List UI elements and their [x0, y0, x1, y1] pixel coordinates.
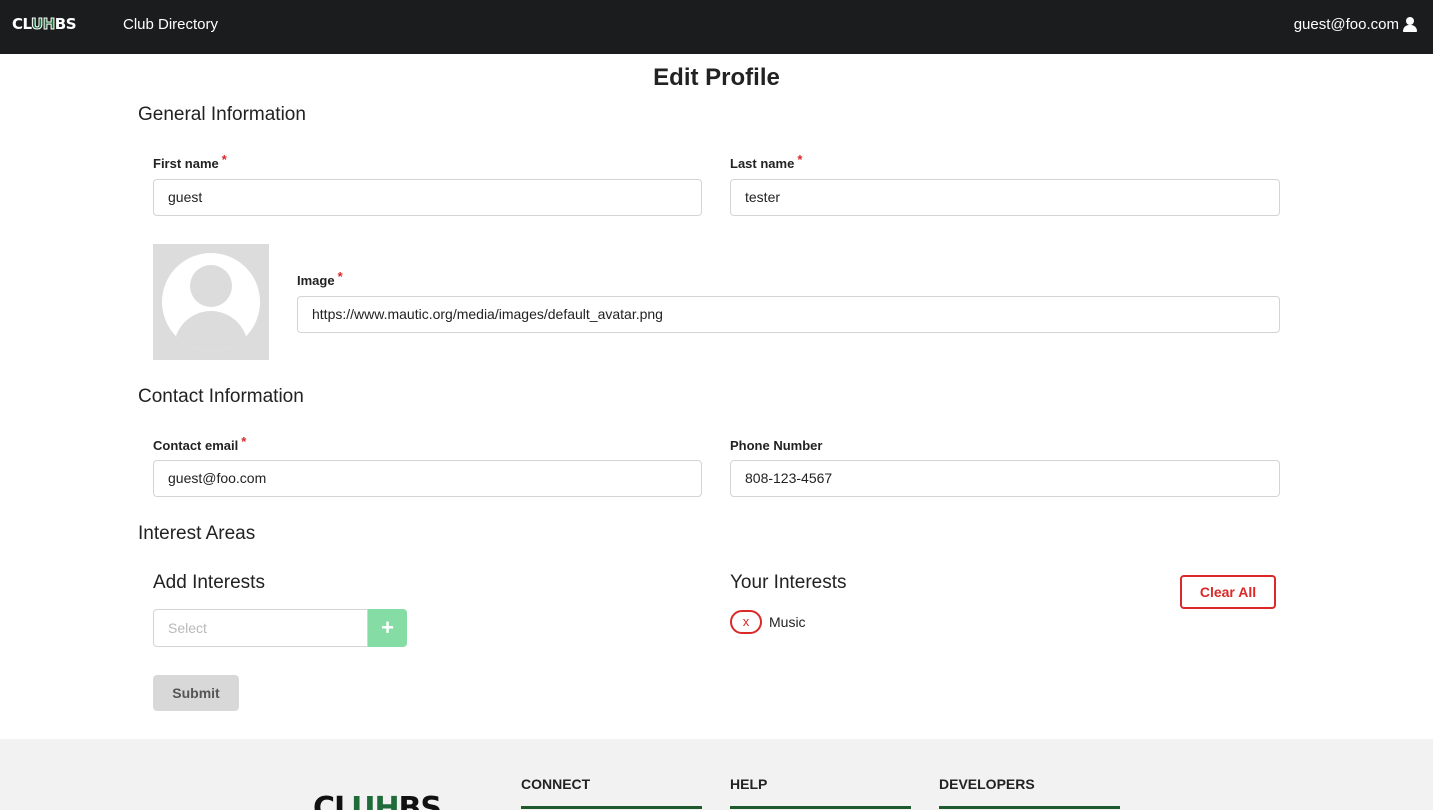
contact-email-input[interactable]: guest@foo.com: [153, 460, 702, 497]
contact-email-label-text: Contact email: [153, 438, 239, 453]
footer-column-connect: CONNECT: [521, 776, 702, 809]
your-interests-heading: Your Interests: [730, 572, 847, 593]
add-interest-button[interactable]: +: [368, 609, 407, 647]
required-mark: *: [337, 269, 343, 284]
first-name-label-text: First name: [153, 156, 219, 171]
image-label: Image *: [297, 269, 343, 288]
footer-column-developers: DEVELOPERS: [939, 776, 1120, 809]
footer-divider: [939, 806, 1120, 809]
contact-information-heading: Contact Information: [138, 386, 304, 407]
phone-number-label: Phone Number: [730, 438, 823, 453]
interest-areas-heading: Interest Areas: [138, 523, 256, 544]
clear-all-button[interactable]: Clear All: [1180, 575, 1276, 609]
first-name-input[interactable]: guest: [153, 179, 702, 216]
footer-logo: CLUHBS: [313, 791, 442, 810]
logo-text-mid: UH: [31, 15, 56, 34]
footer-divider: [730, 806, 911, 809]
interest-select[interactable]: Select: [153, 609, 368, 647]
footer-divider: [521, 806, 702, 809]
interest-tag: x Music: [730, 610, 806, 634]
user-icon: [1403, 17, 1417, 32]
plus-icon: +: [381, 615, 394, 640]
footer-logo-text-left: CL: [313, 791, 352, 810]
user-email: guest@foo.com: [1293, 16, 1399, 33]
footer-heading-help: HELP: [730, 776, 768, 792]
logo-text-left: CL: [12, 15, 32, 33]
club-directory-link[interactable]: Club Directory: [123, 16, 218, 33]
required-mark: *: [221, 152, 227, 167]
footer-heading-developers: DEVELOPERS: [939, 776, 1035, 792]
phone-number-input[interactable]: 808-123-4567: [730, 460, 1280, 497]
clubs-logo[interactable]: CLUHBS: [12, 15, 77, 35]
remove-interest-button[interactable]: x: [730, 610, 762, 634]
last-name-label-text: Last name: [730, 156, 795, 171]
general-information-heading: General Information: [138, 104, 306, 125]
footer-heading-connect: CONNECT: [521, 776, 591, 792]
submit-button[interactable]: Submit: [153, 675, 239, 711]
avatar-image: [153, 244, 269, 360]
contact-email-label: Contact email *: [153, 434, 246, 453]
last-name-input[interactable]: tester: [730, 179, 1280, 216]
required-mark: *: [241, 434, 247, 449]
image-label-text: Image: [297, 273, 335, 288]
interest-label: Music: [769, 614, 806, 630]
page-title: Edit Profile: [653, 64, 780, 91]
required-mark: *: [797, 152, 803, 167]
footer-logo-text-right: BS: [398, 791, 442, 810]
last-name-label: Last name *: [730, 152, 802, 171]
user-menu[interactable]: guest@foo.com: [1294, 16, 1417, 33]
footer: CLUHBS CONNECT HELP DEVELOPERS: [0, 739, 1433, 810]
first-name-label: First name *: [153, 152, 227, 171]
avatar-placeholder-icon: [162, 253, 260, 351]
image-url-input[interactable]: https://www.mautic.org/media/images/defa…: [297, 296, 1280, 333]
footer-column-help: HELP: [730, 776, 911, 809]
logo-text-right: BS: [54, 15, 77, 33]
footer-logo-text-mid: UH: [351, 791, 399, 810]
top-navbar: CLUHBS Club Directory guest@foo.com: [0, 0, 1433, 54]
add-interests-heading: Add Interests: [153, 572, 265, 593]
